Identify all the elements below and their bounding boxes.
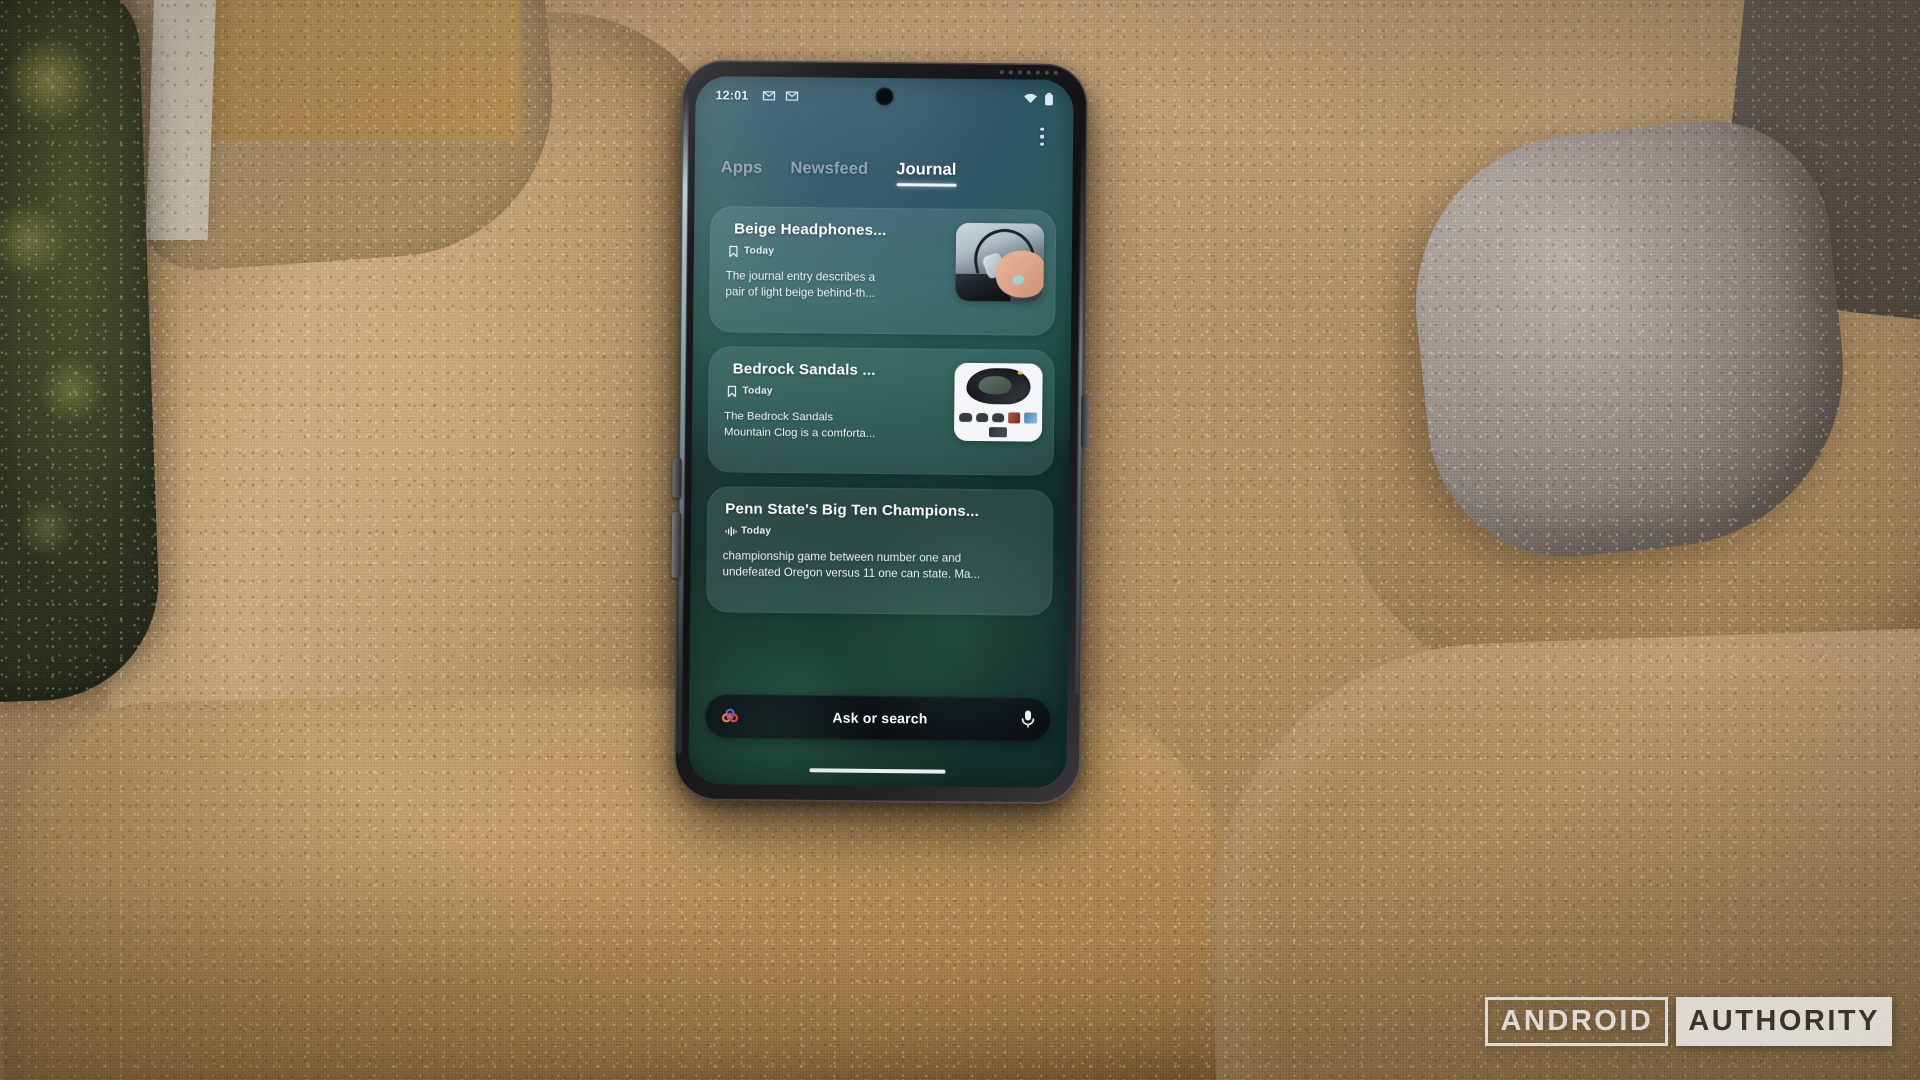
journal-card-list: Beige Headphones... Today The journal en… (689, 206, 1072, 678)
journal-card[interactable]: Penn State's Big Ten Champions... Today … (706, 486, 1054, 616)
bookmark-icon (728, 244, 739, 258)
side-button-right[interactable] (1080, 394, 1090, 449)
earpiece-speaker-grille (999, 70, 1058, 75)
tab-newsfeed[interactable]: Newsfeed (790, 159, 868, 186)
photo-scene: 12:01 Apps Newsfeed Journal Beige Headph… (0, 0, 1920, 1080)
wifi-icon (1023, 93, 1037, 104)
card-content: Bedrock Sandals ... Today The Bedrock Sa… (724, 360, 945, 443)
tab-journal[interactable]: Journal (896, 160, 956, 187)
battery-icon (1044, 92, 1053, 105)
more-options-button[interactable] (1031, 120, 1053, 154)
power-button[interactable] (671, 511, 682, 578)
card-snippet: The journal entry describes a pair of li… (725, 269, 876, 301)
journal-card[interactable]: Bedrock Sandals ... Today The Bedrock Sa… (707, 346, 1055, 476)
card-meta: Today (726, 384, 944, 398)
bookmark-icon (726, 384, 737, 398)
audio-waveform-icon (725, 524, 737, 537)
gemini-icon[interactable] (719, 705, 741, 727)
gmail-icon (762, 91, 776, 101)
microphone-icon[interactable] (1019, 708, 1037, 730)
smartphone: 12:01 Apps Newsfeed Journal Beige Headph… (671, 59, 1090, 805)
card-content: Penn State's Big Ten Champions... Today … (722, 500, 1037, 584)
card-snippet: championship game between number one and… (722, 549, 981, 582)
card-snippet: The Bedrock Sandals Mountain Clog is a c… (723, 410, 876, 441)
status-bar: 12:01 (695, 84, 1073, 110)
card-date: Today (740, 525, 772, 537)
sandal-product-grid (953, 362, 1043, 442)
volume-button[interactable] (672, 457, 682, 498)
home-gesture-bar[interactable] (809, 767, 946, 774)
watermark-authority: AUTHORITY (1676, 997, 1892, 1046)
tab-bar: Apps Newsfeed Journal (695, 158, 1073, 188)
status-notification-icons (762, 91, 799, 101)
card-content: Beige Headphones... Today The journal en… (725, 220, 946, 303)
search-bar[interactable]: Ask or search (704, 694, 1052, 742)
gmail-icon (785, 91, 799, 101)
card-title: Penn State's Big Ten Champions... (725, 500, 980, 521)
search-placeholder: Ask or search (832, 709, 928, 727)
journal-card[interactable]: Beige Headphones... Today The journal en… (709, 206, 1057, 336)
status-clock: 12:01 (715, 88, 749, 103)
card-title: Beige Headphones... (734, 220, 887, 240)
status-system-icons (1023, 92, 1053, 105)
card-title: Bedrock Sandals ... (732, 360, 876, 379)
headphones-photo (955, 222, 1045, 302)
card-thumbnail[interactable] (953, 362, 1043, 442)
card-meta: Today (725, 524, 1037, 539)
card-date: Today (742, 385, 773, 397)
tab-apps[interactable]: Apps (721, 158, 763, 184)
card-date: Today (743, 245, 775, 257)
watermark: ANDROID AUTHORITY (1485, 997, 1892, 1046)
card-thumbnail[interactable] (955, 222, 1045, 302)
card-meta: Today (728, 244, 946, 258)
phone-screen: 12:01 Apps Newsfeed Journal Beige Headph… (688, 76, 1074, 788)
watermark-android: ANDROID (1485, 997, 1669, 1046)
